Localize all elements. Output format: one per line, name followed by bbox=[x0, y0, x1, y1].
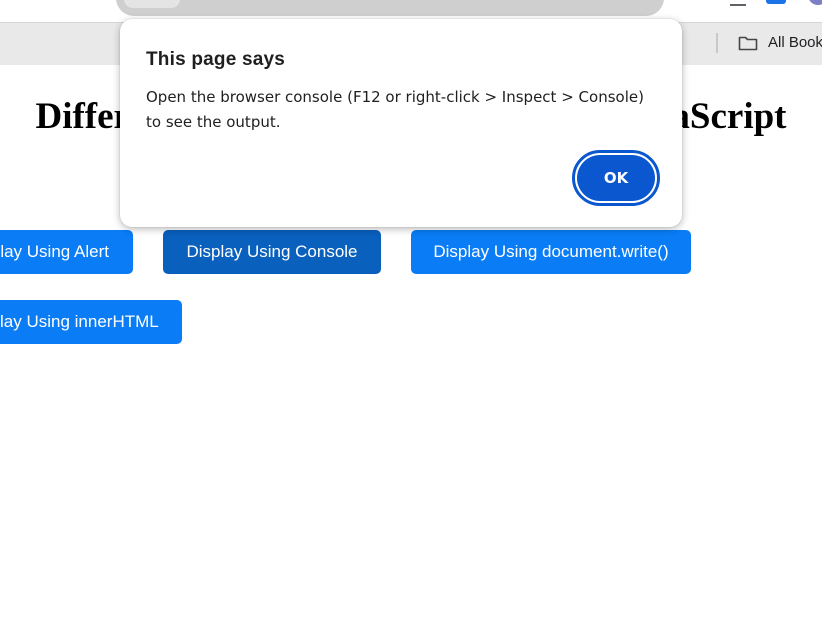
toolbar-icons bbox=[682, 0, 822, 10]
display-document-write-button[interactable]: Display Using document.write() bbox=[411, 230, 691, 274]
bookmarks-separator bbox=[716, 33, 718, 53]
display-console-label: Display Using Console bbox=[186, 242, 358, 261]
display-innerhtml-button[interactable]: lay Using innerHTML bbox=[0, 300, 182, 344]
ok-button-label: OK bbox=[577, 155, 655, 201]
browser-window: All Book Different Ways to Display Outpu… bbox=[0, 0, 822, 642]
display-alert-label: lay Using Alert bbox=[0, 242, 109, 261]
dialog-message: Open the browser console (F12 or right-c… bbox=[146, 88, 644, 131]
alert-dialog: This page says Open the browser console … bbox=[120, 19, 682, 227]
display-alert-button[interactable]: lay Using Alert bbox=[0, 230, 133, 274]
address-bar[interactable] bbox=[116, 0, 664, 16]
site-info-chip[interactable] bbox=[124, 0, 180, 8]
display-innerhtml-label: lay Using innerHTML bbox=[0, 312, 159, 331]
profile-avatar[interactable] bbox=[808, 0, 822, 5]
downloads-icon[interactable] bbox=[730, 0, 746, 6]
extensions-icon[interactable] bbox=[766, 0, 786, 4]
folder-icon[interactable] bbox=[738, 35, 758, 51]
display-console-button[interactable]: Display Using Console bbox=[163, 230, 381, 274]
dialog-title: This page says bbox=[146, 49, 286, 70]
display-document-write-label: Display Using document.write() bbox=[433, 242, 669, 261]
ok-button[interactable]: OK bbox=[572, 150, 660, 206]
all-bookmarks-label[interactable]: All Book bbox=[768, 33, 822, 53]
